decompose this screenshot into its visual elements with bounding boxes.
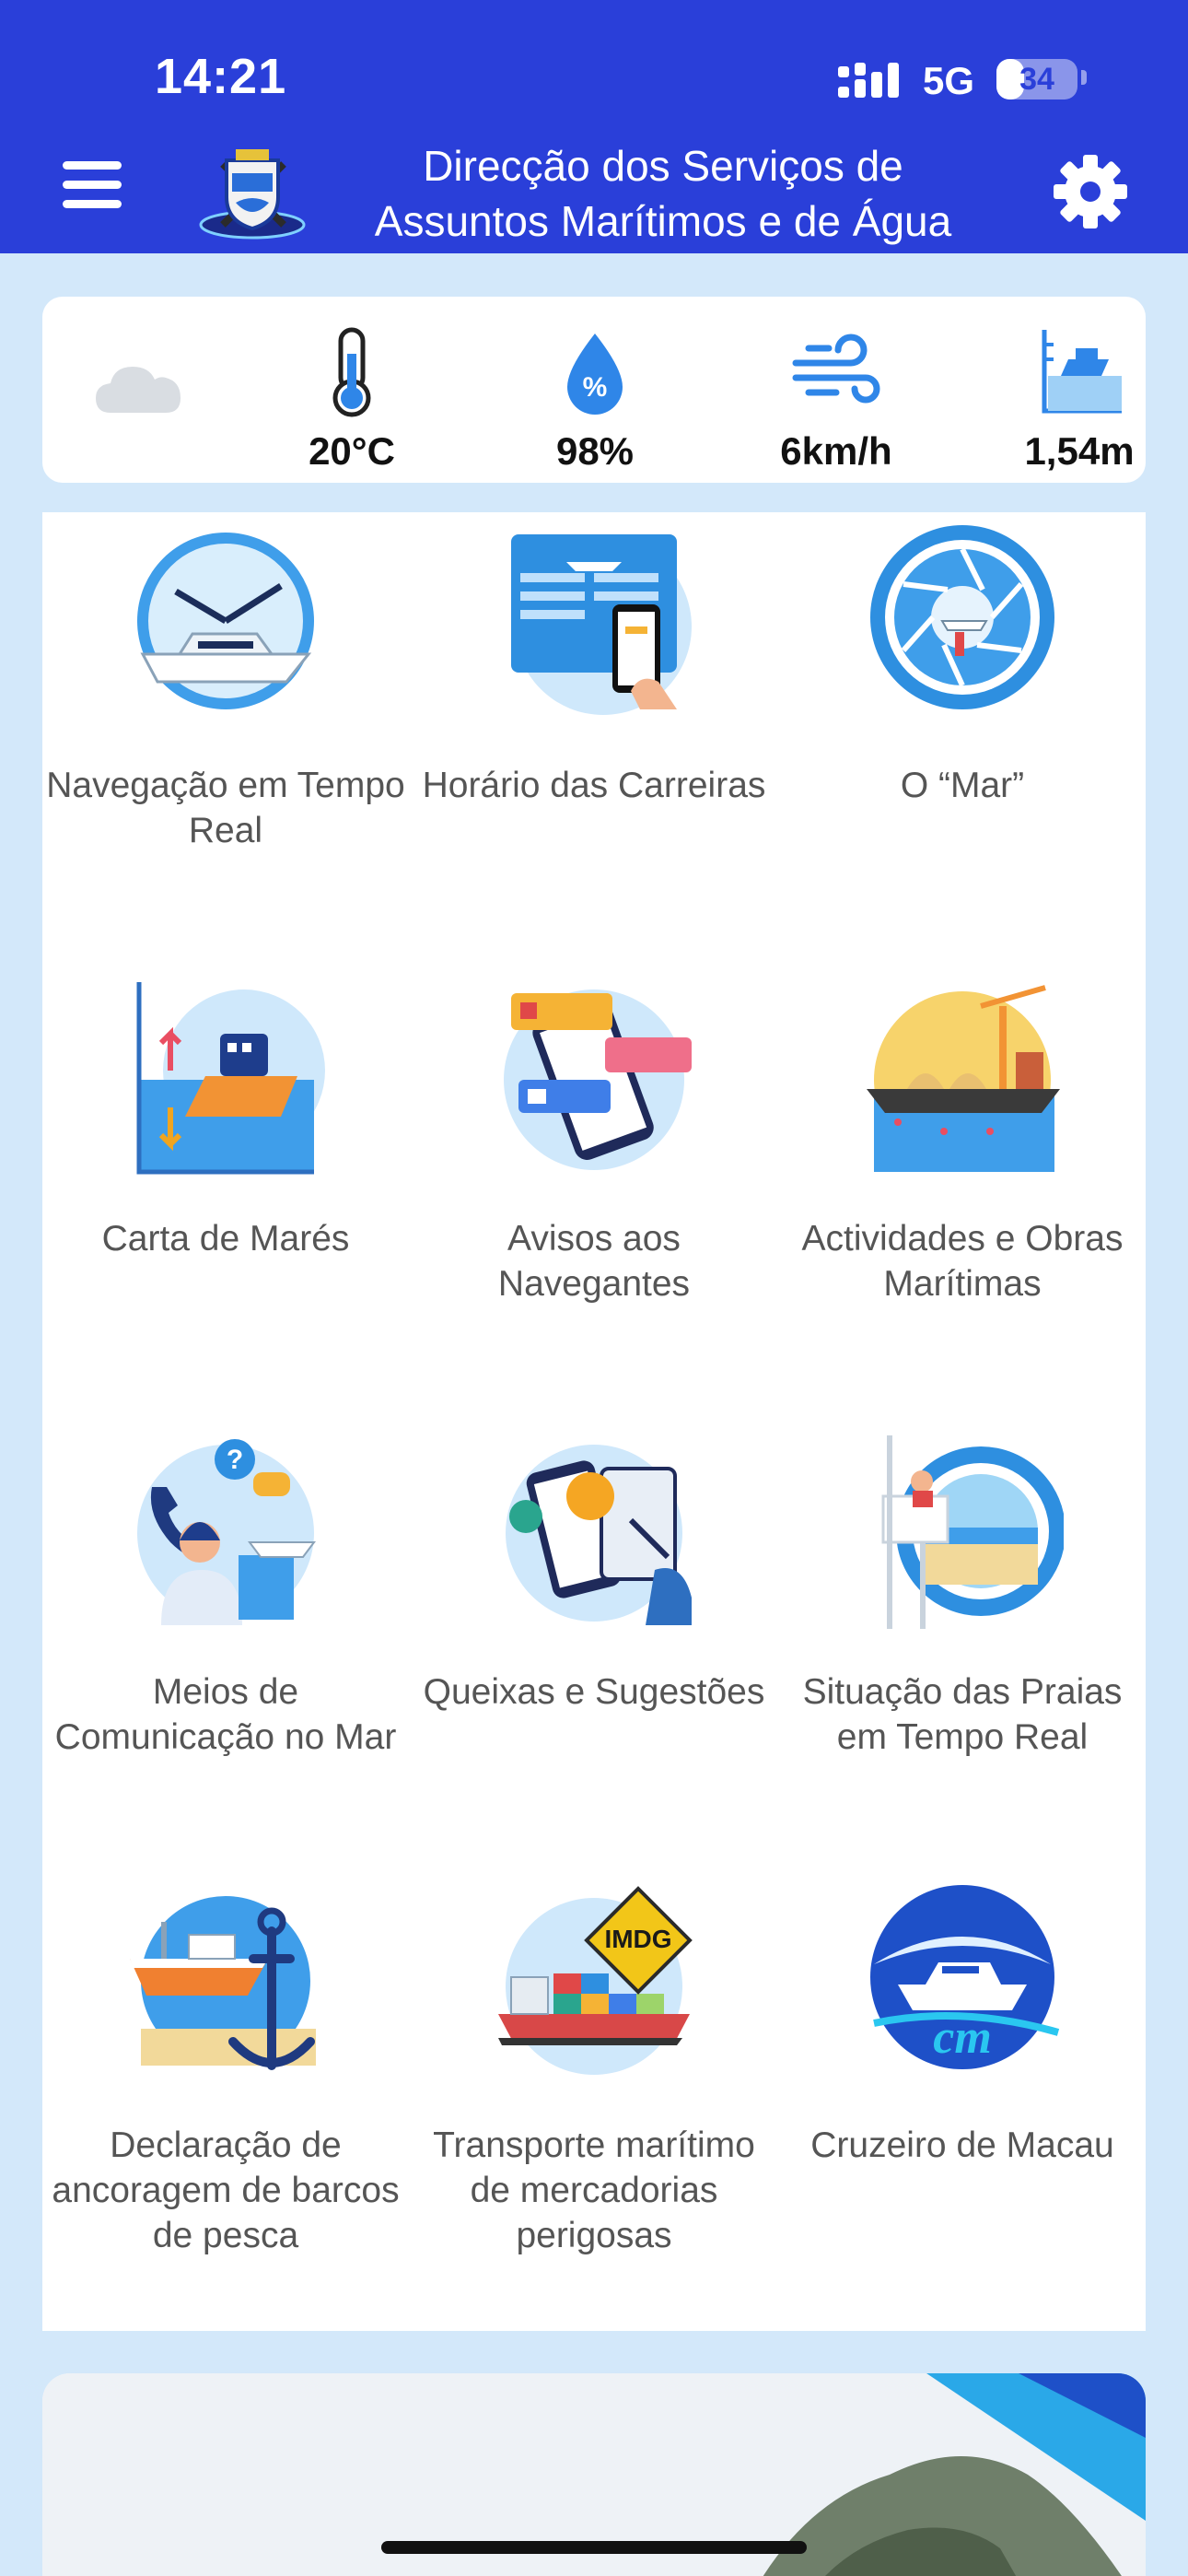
tile-communications-at-sea[interactable]: ? Meios de Comunicação no Mar: [42, 1419, 409, 1861]
tile-label: Avisos aos Navegantes: [497, 1219, 691, 1304]
hamburger-menu-icon[interactable]: [63, 161, 122, 215]
tile-label: Situação das Praias em Tempo Real: [802, 1672, 1123, 1757]
cm-badge: cm: [933, 2011, 992, 2064]
tile-label: Cruzeiro de Macau: [810, 2125, 1114, 2165]
camera-shutter-ship-icon: [870, 525, 1054, 709]
weather-card[interactable]: 20°C % 98% 6km/h 1,54m: [42, 297, 1146, 483]
wind-icon: [792, 334, 880, 404]
svg-text:%: %: [583, 372, 608, 403]
thermometer-icon: [332, 327, 371, 417]
status-time: 14:21: [155, 49, 287, 104]
tile-macau-cruise[interactable]: cm Cruzeiro de Macau: [779, 1872, 1146, 2314]
tide-chart-icon: [136, 982, 325, 1175]
tide-level-icon: [1042, 330, 1122, 414]
tile-label: Declaração de ancoragem de barcos de pes…: [52, 2125, 400, 2255]
cellular-signal-icon: [838, 63, 899, 98]
tile-label: Transporte marítimo de mercadorias perig…: [433, 2125, 755, 2255]
battery-tip: [1081, 70, 1087, 85]
app-title-line1: Direcção dos Serviços de: [423, 142, 903, 190]
battery-icon: 34: [996, 59, 1077, 100]
battery-level: 34: [1019, 62, 1054, 97]
ferry-schedule-icon: [511, 534, 692, 715]
tile-label: Horário das Carreiras: [422, 766, 766, 805]
tide-item: 1,54m: [987, 317, 1171, 474]
tile-label: Queixas e Sugestões: [423, 1672, 765, 1712]
temperature-value: 20°C: [309, 429, 395, 473]
humidity-value: 98%: [555, 429, 635, 473]
app-title: Direcção dos Serviços de Assuntos Maríti…: [313, 138, 1013, 249]
tile-label: Actividades e Obras Marítimas: [801, 1219, 1124, 1304]
svg-text:?: ?: [227, 1445, 243, 1475]
app-title-line2: Assuntos Marítimos e de Água: [374, 197, 952, 245]
tile-ferry-schedule[interactable]: Horário das Carreiras: [411, 512, 777, 954]
humidity-item: % 98%: [503, 317, 687, 474]
fishing-boat-anchor-icon: [130, 1896, 316, 2070]
dsamma-logo: [199, 149, 306, 240]
clock-ship-icon: [137, 533, 314, 709]
cloud-icon: [96, 367, 181, 413]
gear-icon[interactable]: [1052, 153, 1129, 230]
temperature-item: 20°C: [260, 317, 444, 474]
wind-item: 6km/h: [744, 317, 928, 474]
tile-label: Navegação em Tempo Real: [46, 766, 405, 850]
cruise-logo-icon: cm: [870, 1885, 1060, 2069]
phone-notices-icon: [504, 989, 692, 1170]
tile-label: O “Mar”: [900, 766, 1025, 805]
tile-o-mar[interactable]: O “Mar”: [779, 512, 1146, 954]
feedback-icon: [506, 1445, 692, 1625]
tide-value: 1,54m: [1024, 429, 1135, 473]
tile-beach-status[interactable]: Situação das Praias em Tempo Real: [779, 1419, 1146, 1861]
tile-notices-to-mariners[interactable]: Avisos aos Navegantes: [411, 966, 777, 1408]
lifeguard-tower-icon: [881, 1435, 1064, 1629]
network-type: 5G: [923, 59, 975, 102]
tile-tide-chart[interactable]: Carta de Marés: [42, 966, 409, 1408]
crane-barge-icon: [867, 985, 1060, 1172]
tile-dangerous-goods-transport[interactable]: IMDG Transporte marítimo de mercadorias …: [411, 1872, 777, 2314]
home-indicator: [381, 2541, 807, 2554]
humidity-drop-icon: %: [567, 334, 623, 415]
tile-complaints-suggestions[interactable]: Queixas e Sugestões: [411, 1419, 777, 1861]
cargo-ship-imdg-icon: IMDG: [498, 1886, 693, 2075]
app-header: 14:21 5G 34 Direcção dos Serviços de Ass…: [0, 0, 1188, 253]
imdg-badge: IMDG: [604, 1925, 671, 1953]
tile-maritime-works[interactable]: Actividades e Obras Marítimas: [779, 966, 1146, 1408]
call-center-icon: ?: [137, 1439, 316, 1625]
tile-fishing-anchorage[interactable]: Declaração de ancoragem de barcos de pes…: [42, 1872, 409, 2314]
tile-label: Meios de Comunicação no Mar: [54, 1672, 397, 1757]
wind-value: 6km/h: [780, 429, 892, 473]
tile-label: Carta de Marés: [101, 1219, 350, 1259]
services-grid: Navegação em Tempo Real Horário das Carr…: [42, 512, 1146, 2331]
tile-real-time-navigation[interactable]: Navegação em Tempo Real: [42, 512, 409, 954]
